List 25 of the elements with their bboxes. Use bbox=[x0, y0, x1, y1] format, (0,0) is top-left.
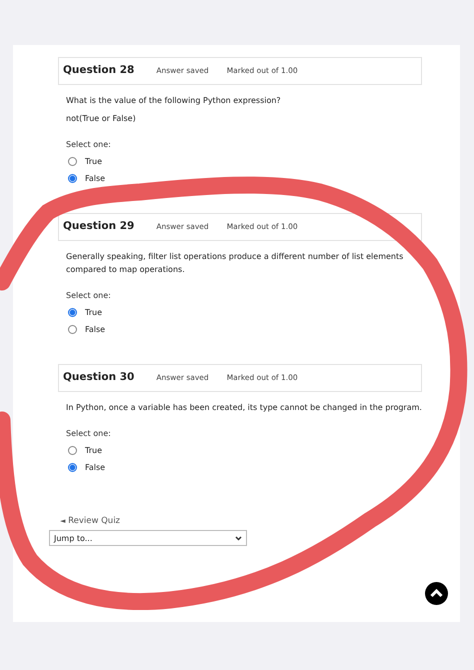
question-text: In Python, once a variable has been created, its type cannot be changed in the program. bbox=[66, 402, 422, 414]
question-title: Question 30 bbox=[63, 371, 134, 384]
chevron-down-icon bbox=[235, 536, 242, 540]
radio-button[interactable] bbox=[68, 157, 77, 166]
question-title: Question 28 bbox=[63, 64, 134, 77]
radio-button[interactable] bbox=[68, 308, 77, 317]
answer-option[interactable]: False bbox=[58, 170, 116, 187]
answer-option[interactable]: False bbox=[58, 459, 116, 476]
radio-button[interactable] bbox=[68, 463, 77, 472]
answer-option[interactable]: True bbox=[58, 153, 112, 170]
question-title: Question 29 bbox=[63, 220, 134, 233]
question-text: Generally speaking, filter list operations produce a different number of list elements compared to map operations. bbox=[66, 251, 404, 276]
select-prompt: Select one: bbox=[65, 428, 112, 440]
answer-option[interactable]: False bbox=[58, 321, 116, 338]
question-text: What is the value of the following Python expression? bbox=[66, 95, 282, 107]
radio-button[interactable] bbox=[68, 174, 77, 183]
jump-to-select[interactable]: Jump to... bbox=[49, 530, 247, 546]
radio-button[interactable] bbox=[68, 325, 77, 334]
question-text: not(True or False) bbox=[66, 113, 137, 125]
radio-button[interactable] bbox=[68, 446, 77, 455]
select-prompt: Select one: bbox=[65, 290, 112, 302]
answer-option[interactable]: True bbox=[58, 442, 112, 459]
select-prompt: Select one: bbox=[65, 139, 112, 151]
answer-option[interactable]: True bbox=[58, 304, 112, 321]
back-to-top-icon[interactable] bbox=[425, 582, 448, 605]
